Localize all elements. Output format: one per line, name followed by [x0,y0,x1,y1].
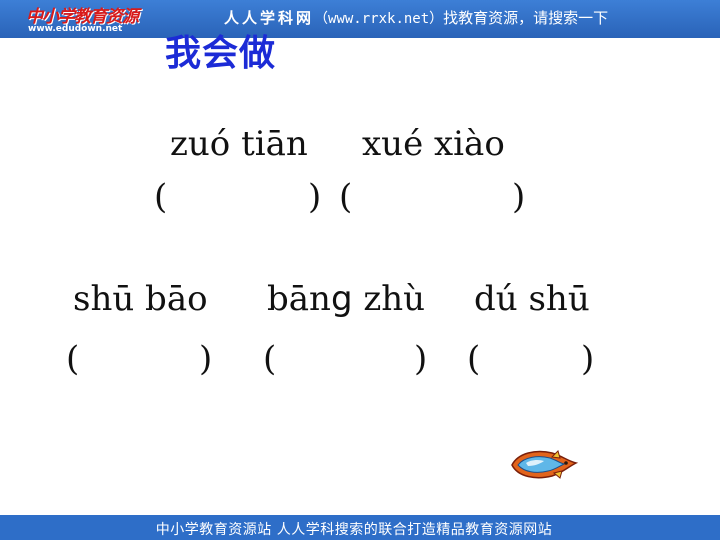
answer-paren-open: ( [66,339,80,379]
pinyin-word: shū bāo [73,279,208,319]
pinyin-syllable: bān [267,279,331,319]
answer-paren-close: ) [414,339,428,379]
answer-paren-close: ) [199,339,213,379]
fish-mascot-icon[interactable] [508,447,578,481]
footer-text: 中小学教育资源站 人人学科搜索的联合打造精品教育资源网站 [155,522,553,538]
pinyin-letter-g: g [330,279,353,319]
slogan-text: 找教育资源，请搜索一下 [443,9,609,27]
site-url[interactable]: （www.rrxk.net） [314,11,443,27]
answer-paren-open: ( [263,339,277,379]
header-slogan: 人人学科网（www.rrxk.net）找教育资源，请搜索一下 [224,7,608,28]
pinyin-word: dú shū [474,279,590,319]
page-title: 我会做 [165,33,277,74]
site-logo[interactable]: 中小学教育资源 www.edudown.net [22,2,146,36]
answer-paren-close: ) [512,177,526,217]
footer-bar: 中小学教育资源站 人人学科搜索的联合打造精品教育资源网站 [0,515,720,540]
answer-paren-close: ) [308,177,322,217]
answer-paren-open: ( [154,177,168,217]
pinyin-word: xué xiào [362,124,505,164]
pinyin-word: zuó tiān [170,124,308,164]
header-bar: 中小学教育资源 www.edudown.net 人人学科网（www.rrxk.n… [0,0,720,38]
logo-url: www.edudown.net [28,24,123,34]
pinyin-word: bāng zhù [267,279,425,319]
pinyin-syllable: zhù [352,279,426,319]
answer-paren-open: ( [467,339,481,379]
answer-paren-close: ) [581,339,595,379]
answer-paren-open: ( [339,177,353,217]
